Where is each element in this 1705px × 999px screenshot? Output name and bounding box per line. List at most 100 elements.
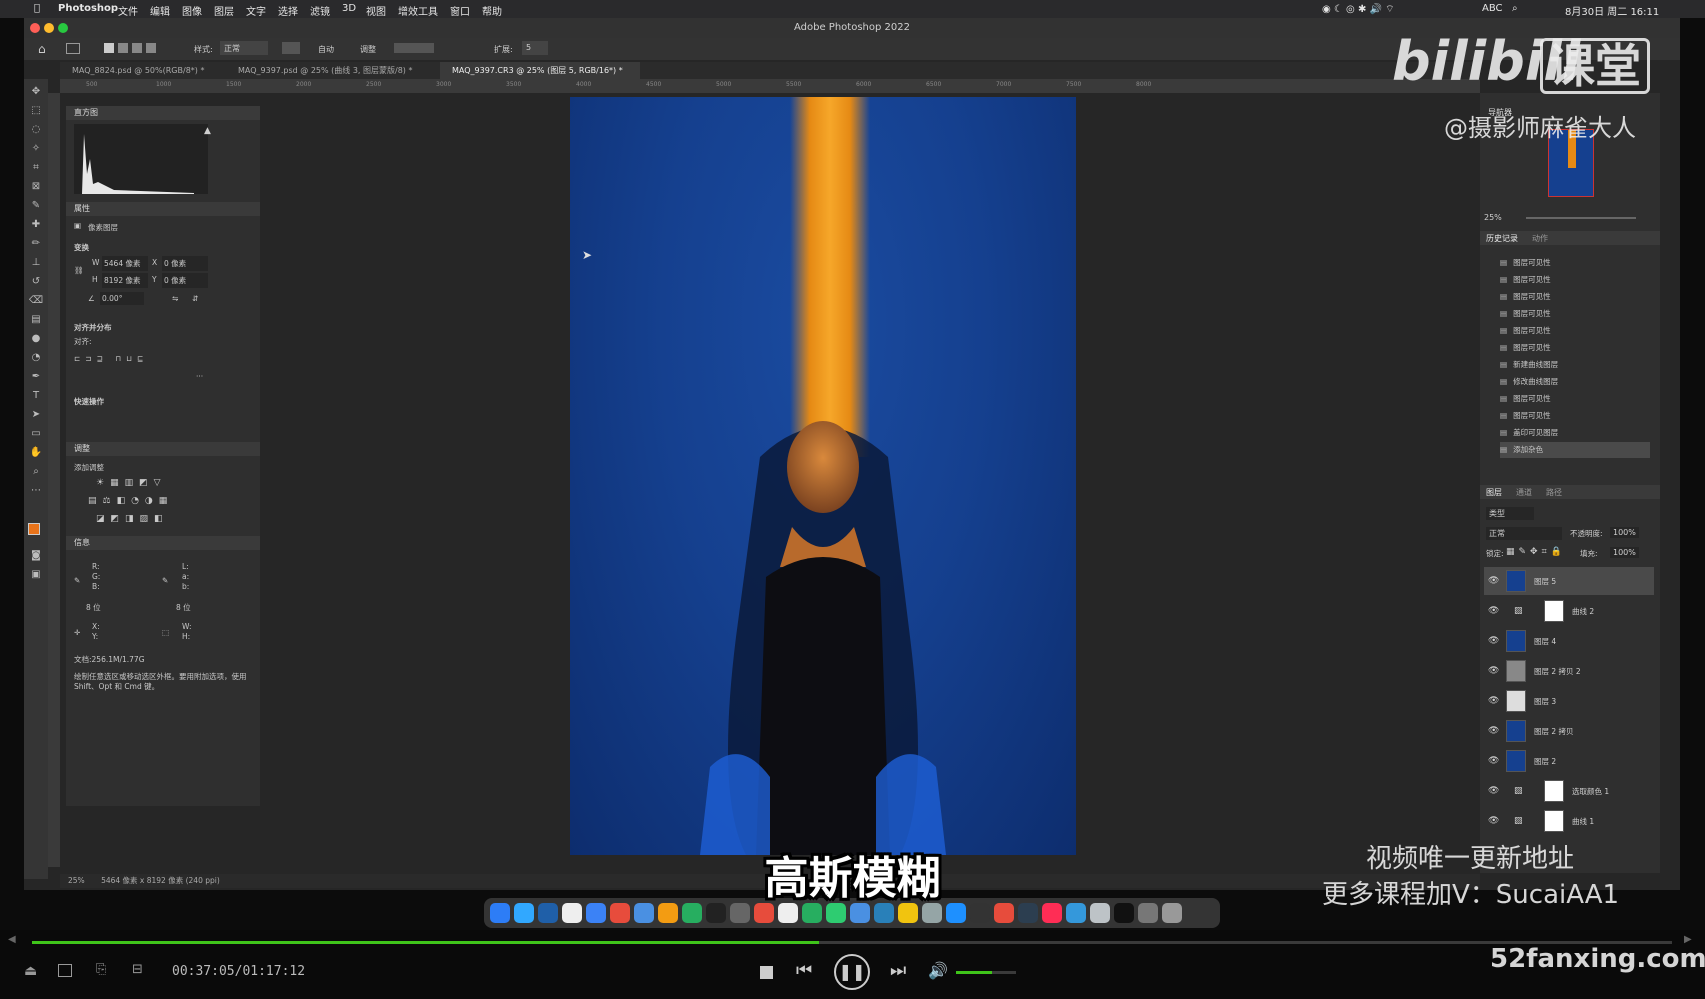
- lock-icons[interactable]: ▦✎✥⌗🔒: [1506, 547, 1566, 557]
- foreground-color-swatch[interactable]: [28, 523, 40, 535]
- move-tool-icon[interactable]: ✥: [28, 85, 44, 99]
- properties-header[interactable]: 属性: [66, 202, 260, 216]
- visibility-eye-icon[interactable]: 👁: [1488, 666, 1499, 676]
- layer-row[interactable]: 👁 ▨ 选取颜色 1: [1484, 777, 1654, 805]
- zoom-slider[interactable]: [1526, 217, 1636, 219]
- pause-button[interactable]: ❚❚: [834, 954, 870, 990]
- tab-layers[interactable]: 图层: [1486, 487, 1502, 498]
- dock-app-icon[interactable]: [1042, 903, 1062, 923]
- menu-edit[interactable]: 编辑: [150, 3, 170, 18]
- adjustment-icons-row2[interactable]: ▤⚖◧◔◑▦: [88, 496, 173, 506]
- layer-filter-select[interactable]: 类型: [1486, 507, 1534, 520]
- swatch-button[interactable]: [282, 42, 300, 54]
- tab-history[interactable]: 历史记录: [1486, 233, 1518, 244]
- frame-tool-icon[interactable]: ⊠: [28, 180, 44, 194]
- angle-field[interactable]: 0.00°: [100, 292, 144, 305]
- history-item[interactable]: ▤ 盖印可见图层: [1500, 425, 1650, 441]
- layer-mask-thumbnail[interactable]: [1544, 810, 1564, 832]
- history-item[interactable]: ▤ 图层可见性: [1500, 289, 1650, 305]
- height-field[interactable]: 8192 像素: [102, 273, 148, 288]
- apple-icon[interactable]: : [34, 3, 40, 14]
- dock-app-icon[interactable]: [898, 903, 918, 923]
- dock-app-icon[interactable]: [946, 903, 966, 923]
- visibility-eye-icon[interactable]: 👁: [1488, 726, 1499, 736]
- dock-app-icon[interactable]: [874, 903, 894, 923]
- dock-app-icon[interactable]: [634, 903, 654, 923]
- brush-tool-icon[interactable]: ✏: [28, 237, 44, 251]
- stamp-tool-icon[interactable]: ⊥: [28, 256, 44, 270]
- selection-mode-icons[interactable]: [104, 43, 164, 54]
- visibility-eye-icon[interactable]: 👁: [1488, 576, 1499, 586]
- pen-tool-icon[interactable]: ✒: [28, 370, 44, 384]
- history-item[interactable]: ▤ 修改曲线图层: [1500, 374, 1650, 390]
- menu-plugins[interactable]: 增效工具: [398, 3, 438, 18]
- home-icon[interactable]: ⌂: [38, 42, 46, 56]
- history-item[interactable]: ▤ 图层可见性: [1500, 272, 1650, 288]
- dock-app-icon[interactable]: [994, 903, 1014, 923]
- history-item[interactable]: ▤ 图层可见性: [1500, 340, 1650, 356]
- previous-button[interactable]: ⏮: [796, 960, 812, 981]
- screen-mode-icon[interactable]: ▣: [28, 568, 44, 582]
- layer-row[interactable]: 👁 图层 5: [1484, 567, 1654, 595]
- history-item[interactable]: ▤ 图层可见性: [1500, 391, 1650, 407]
- menu-3d[interactable]: 3D: [342, 3, 356, 14]
- dock-app-icon[interactable]: [1090, 903, 1110, 923]
- adjustments-header[interactable]: 调整: [66, 442, 260, 456]
- lasso-tool-icon[interactable]: ◌: [28, 123, 44, 137]
- dock-app-icon[interactable]: [802, 903, 822, 923]
- layer-row[interactable]: 👁 图层 2 拷贝 2: [1484, 657, 1654, 685]
- width-field[interactable]: 5464 像素: [102, 256, 148, 271]
- history-item[interactable]: ▤ 图层可见性: [1500, 255, 1650, 271]
- layer-thumbnail[interactable]: [1506, 630, 1526, 652]
- dock-app-icon[interactable]: [514, 903, 534, 923]
- layer-name[interactable]: 图层 4: [1534, 636, 1556, 647]
- dock-app-icon[interactable]: [850, 903, 870, 923]
- history-brush-tool-icon[interactable]: ↺: [28, 275, 44, 289]
- opacity-field[interactable]: 100%: [1610, 527, 1639, 538]
- path-select-tool-icon[interactable]: ➤: [28, 408, 44, 422]
- dock-app-icon[interactable]: [706, 903, 726, 923]
- expand-input[interactable]: 5: [522, 41, 548, 55]
- layer-mask-thumbnail[interactable]: [1544, 600, 1564, 622]
- dock-app-icon[interactable]: [730, 903, 750, 923]
- layer-name[interactable]: 图层 5: [1534, 576, 1556, 587]
- screenshot-icon[interactable]: ⎘: [96, 962, 106, 977]
- layer-thumbnail[interactable]: [1506, 750, 1526, 772]
- menu-view[interactable]: 视图: [366, 3, 386, 18]
- layer-name[interactable]: 图层 2 拷贝: [1534, 726, 1574, 737]
- visibility-eye-icon[interactable]: 👁: [1488, 696, 1499, 706]
- adjustment-icons-row3[interactable]: ◪◩◨▨◧: [96, 514, 169, 524]
- transform-section[interactable]: 变换: [74, 242, 89, 253]
- tab-maq-9397-cr3[interactable]: MAQ_9397.CR3 @ 25% (图层 5, RGB/16*) *: [440, 62, 640, 79]
- hand-tool-icon[interactable]: ✋: [28, 446, 44, 460]
- marquee-preset-icon[interactable]: [66, 43, 80, 54]
- eyedropper-tool-icon[interactable]: ✎: [28, 199, 44, 213]
- layer-name[interactable]: 图层 2 拷贝 2: [1534, 666, 1581, 677]
- navigator-zoom[interactable]: 25%: [1484, 213, 1502, 222]
- layer-thumbnail[interactable]: [1506, 570, 1526, 592]
- quick-mask-icon[interactable]: ◙: [28, 549, 44, 563]
- visibility-eye-icon[interactable]: 👁: [1488, 816, 1499, 826]
- layer-row[interactable]: 👁 ▨ 曲线 1: [1484, 807, 1654, 835]
- flip-vertical-icon[interactable]: ⇵: [192, 294, 198, 303]
- eraser-tool-icon[interactable]: ⌫: [28, 294, 44, 308]
- dock-app-icon[interactable]: [610, 903, 630, 923]
- warning-icon[interactable]: ▲: [204, 126, 211, 136]
- tab-channels[interactable]: 通道: [1516, 487, 1532, 498]
- more-tools-icon[interactable]: ⋯: [28, 484, 44, 498]
- visibility-eye-icon[interactable]: 👁: [1488, 606, 1499, 616]
- visibility-eye-icon[interactable]: 👁: [1488, 756, 1499, 766]
- dock-app-icon[interactable]: [1018, 903, 1038, 923]
- dock-app-icon[interactable]: [562, 903, 582, 923]
- align-section[interactable]: 对齐并分布: [74, 322, 112, 333]
- dock-app-icon[interactable]: [1162, 903, 1182, 923]
- menu-help[interactable]: 帮助: [482, 3, 502, 18]
- tab-paths[interactable]: 路径: [1546, 487, 1562, 498]
- layer-row[interactable]: 👁 ▨ 曲线 2: [1484, 597, 1654, 625]
- x-field[interactable]: 0 像素: [162, 256, 208, 271]
- gradient-tool-icon[interactable]: ▤: [28, 313, 44, 327]
- crop-tool-icon[interactable]: ⌗: [28, 161, 44, 175]
- align-icons[interactable]: ⊏⊐⊒ ⊓⊔⊑: [74, 354, 148, 363]
- layer-row[interactable]: 👁 图层 3: [1484, 687, 1654, 715]
- menu-file[interactable]: 文件: [118, 3, 138, 18]
